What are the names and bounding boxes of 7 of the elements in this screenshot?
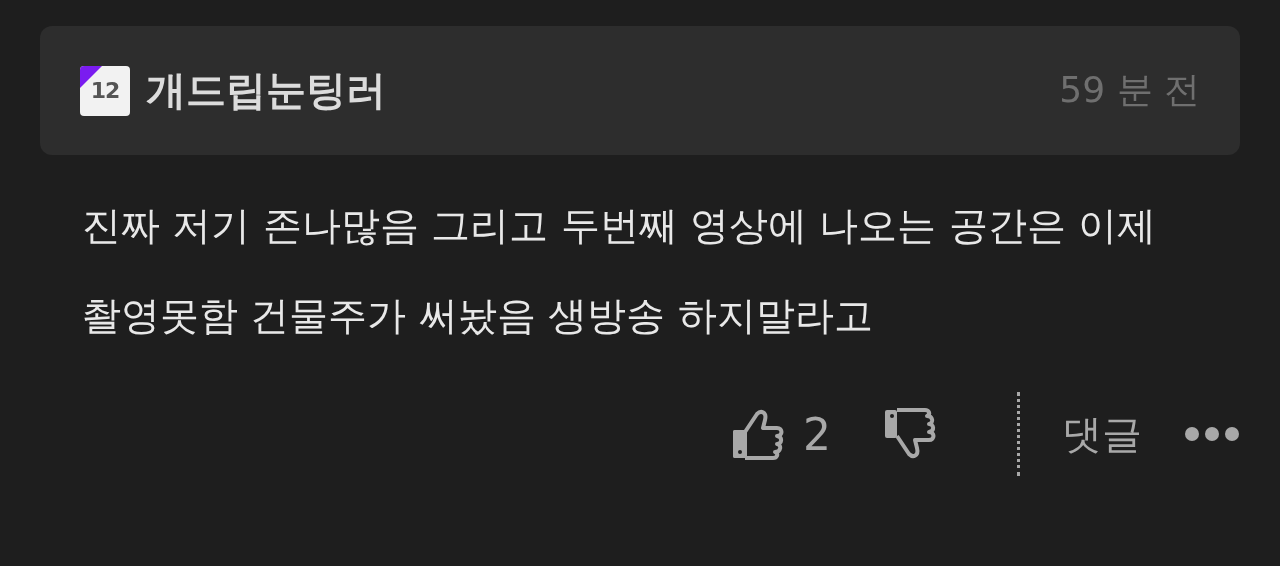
level-badge: 12: [80, 65, 130, 116]
like-count: 2: [803, 408, 831, 460]
timestamp: 59 분 전: [1059, 68, 1200, 112]
reply-button[interactable]: 댓글: [1062, 406, 1142, 462]
comment-text: 진짜 저기 존나많음 그리고 두번째 영상에 나오는 공간은 이제 촬영못함 건물주가 써놨음 생방송 하지말라고: [82, 202, 1158, 340]
author-name[interactable]: 개드립눈팅러: [146, 63, 386, 118]
more-icon[interactable]: [1184, 426, 1240, 442]
